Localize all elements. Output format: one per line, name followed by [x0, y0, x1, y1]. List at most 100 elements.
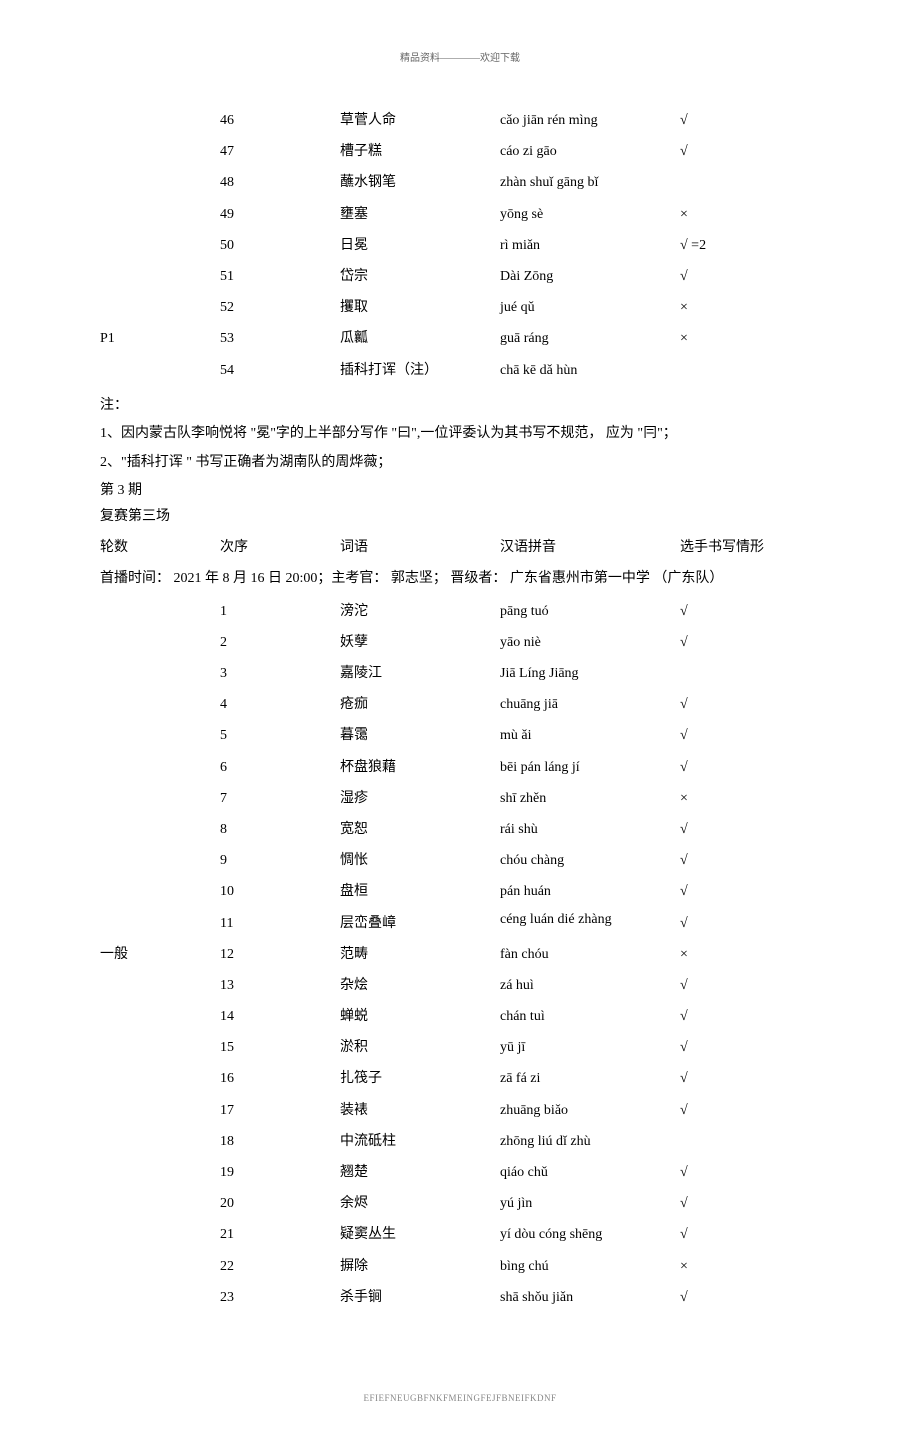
seq-number: 21	[220, 1222, 340, 1247]
seq-number: 50	[220, 233, 340, 258]
word-cell: 淤积	[340, 1035, 500, 1060]
pinyin-cell: bìng chú	[500, 1254, 680, 1279]
word-cell: 翘楚	[340, 1160, 500, 1185]
word-cell: 蘸水钢笔	[340, 170, 500, 195]
result-cell: ×	[680, 202, 780, 227]
row-spacer	[100, 1098, 220, 1123]
footer-code: EFIEFNEUGBFNKFMEINGFEJFBNEIFKDNF	[100, 1390, 820, 1406]
seq-number: 17	[220, 1098, 340, 1123]
seq-number: 4	[220, 692, 340, 717]
row-spacer	[100, 233, 220, 258]
pinyin-cell: chā kē dǎ hùn	[500, 358, 680, 383]
seq-number: 14	[220, 1004, 340, 1029]
pinyin-cell: yú jìn	[500, 1191, 680, 1216]
row-spacer	[100, 848, 220, 873]
broadcast-info: 首播时间： 2021 年 8 月 16 日 20:00；主考官： 郭志坚； 晋级…	[100, 566, 820, 593]
result-cell	[680, 170, 780, 195]
seq-number: 49	[220, 202, 340, 227]
word-cell: 杯盘狼藉	[340, 755, 500, 780]
row-spacer	[100, 1129, 220, 1154]
header-round: 轮数	[100, 535, 220, 560]
row-spacer	[100, 692, 220, 717]
word-cell: 湿疹	[340, 786, 500, 811]
word-cell: 妖孽	[340, 630, 500, 655]
pinyin-cell: guā ráng	[500, 326, 680, 351]
result-cell: √ =2	[680, 233, 780, 258]
notes-title: 注：	[100, 393, 820, 420]
result-cell: √	[680, 1191, 780, 1216]
result-cell	[680, 358, 780, 383]
seq-number: 22	[220, 1254, 340, 1279]
pinyin-cell: zhōng liú dǐ zhù	[500, 1129, 680, 1154]
pinyin-cell: pán huán	[500, 879, 680, 904]
seq-number: 20	[220, 1191, 340, 1216]
pinyin-cell: yāo niè	[500, 630, 680, 655]
seq-number: 13	[220, 973, 340, 998]
result-cell: ×	[680, 786, 780, 811]
word-cell: 中流砥柱	[340, 1129, 500, 1154]
pinyin-cell: zhàn shuǐ gāng bǐ	[500, 170, 680, 195]
seq-number: 6	[220, 755, 340, 780]
word-cell: 攫取	[340, 295, 500, 320]
row-spacer	[100, 630, 220, 655]
result-cell: √	[680, 723, 780, 748]
row-spacer	[100, 264, 220, 289]
result-cell: √	[680, 911, 780, 936]
seq-number: 10	[220, 879, 340, 904]
result-cell: √	[680, 1066, 780, 1091]
word-cell: 余烬	[340, 1191, 500, 1216]
word-cell: 壅塞	[340, 202, 500, 227]
word-cell: 装裱	[340, 1098, 500, 1123]
pinyin-cell: jué qǔ	[500, 295, 680, 320]
row-spacer	[100, 1285, 220, 1310]
seq-number: 15	[220, 1035, 340, 1060]
result-cell	[680, 1129, 780, 1154]
row-spacer	[100, 1222, 220, 1247]
row-spacer	[100, 139, 220, 164]
word-cell: 惆怅	[340, 848, 500, 873]
word-cell: 宽恕	[340, 817, 500, 842]
seq-number: 52	[220, 295, 340, 320]
pinyin-cell: chán tuì	[500, 1004, 680, 1029]
row-spacer	[100, 755, 220, 780]
row-spacer	[100, 295, 220, 320]
word-cell: 杀手锏	[340, 1285, 500, 1310]
seq-number: 8	[220, 817, 340, 842]
seq-number: 9	[220, 848, 340, 873]
word-cell: 疮痂	[340, 692, 500, 717]
result-cell: √	[680, 1035, 780, 1060]
word-cell: 插科打诨（注）	[340, 358, 500, 383]
header-result: 选手书写情形	[680, 535, 780, 560]
word-cell: 岱宗	[340, 264, 500, 289]
seq-number: 12	[220, 942, 340, 967]
result-cell: √	[680, 973, 780, 998]
result-cell: √	[680, 1098, 780, 1123]
word-cell: 瓜瓤	[340, 326, 500, 351]
episode-label: 第 3 期	[100, 478, 820, 503]
word-cell: 范畴	[340, 942, 500, 967]
word-cell: 扎筏子	[340, 1066, 500, 1091]
header-pinyin: 汉语拼音	[500, 535, 680, 560]
pinyin-cell: rì miǎn	[500, 233, 680, 258]
pinyin-cell: pāng tuó	[500, 599, 680, 624]
result-cell: √	[680, 817, 780, 842]
row-spacer	[100, 170, 220, 195]
result-cell: √	[680, 692, 780, 717]
seq-number: 18	[220, 1129, 340, 1154]
row-spacer	[100, 911, 220, 936]
result-cell	[680, 661, 780, 686]
seq-number: 5	[220, 723, 340, 748]
word-cell: 疑窦丛生	[340, 1222, 500, 1247]
result-cell: √	[680, 108, 780, 133]
pinyin-cell: rái shù	[500, 817, 680, 842]
seq-number: 2	[220, 630, 340, 655]
group-label: P1	[100, 326, 220, 351]
result-cell: ×	[680, 942, 780, 967]
seq-number: 1	[220, 599, 340, 624]
seq-number: 53	[220, 326, 340, 351]
pinyin-cell: zā fá zi	[500, 1066, 680, 1091]
pinyin-cell: bēi pán láng jí	[500, 755, 680, 780]
word-cell: 杂烩	[340, 973, 500, 998]
table-section-1: 46草菅人命cǎo jiān rén mìng√47槽子糕cáo zi gāo√…	[100, 108, 820, 383]
table-section-2: 1滂沱pāng tuó√2妖孽yāo niè√3嘉陵江Jiā Líng Jiān…	[100, 599, 820, 1310]
